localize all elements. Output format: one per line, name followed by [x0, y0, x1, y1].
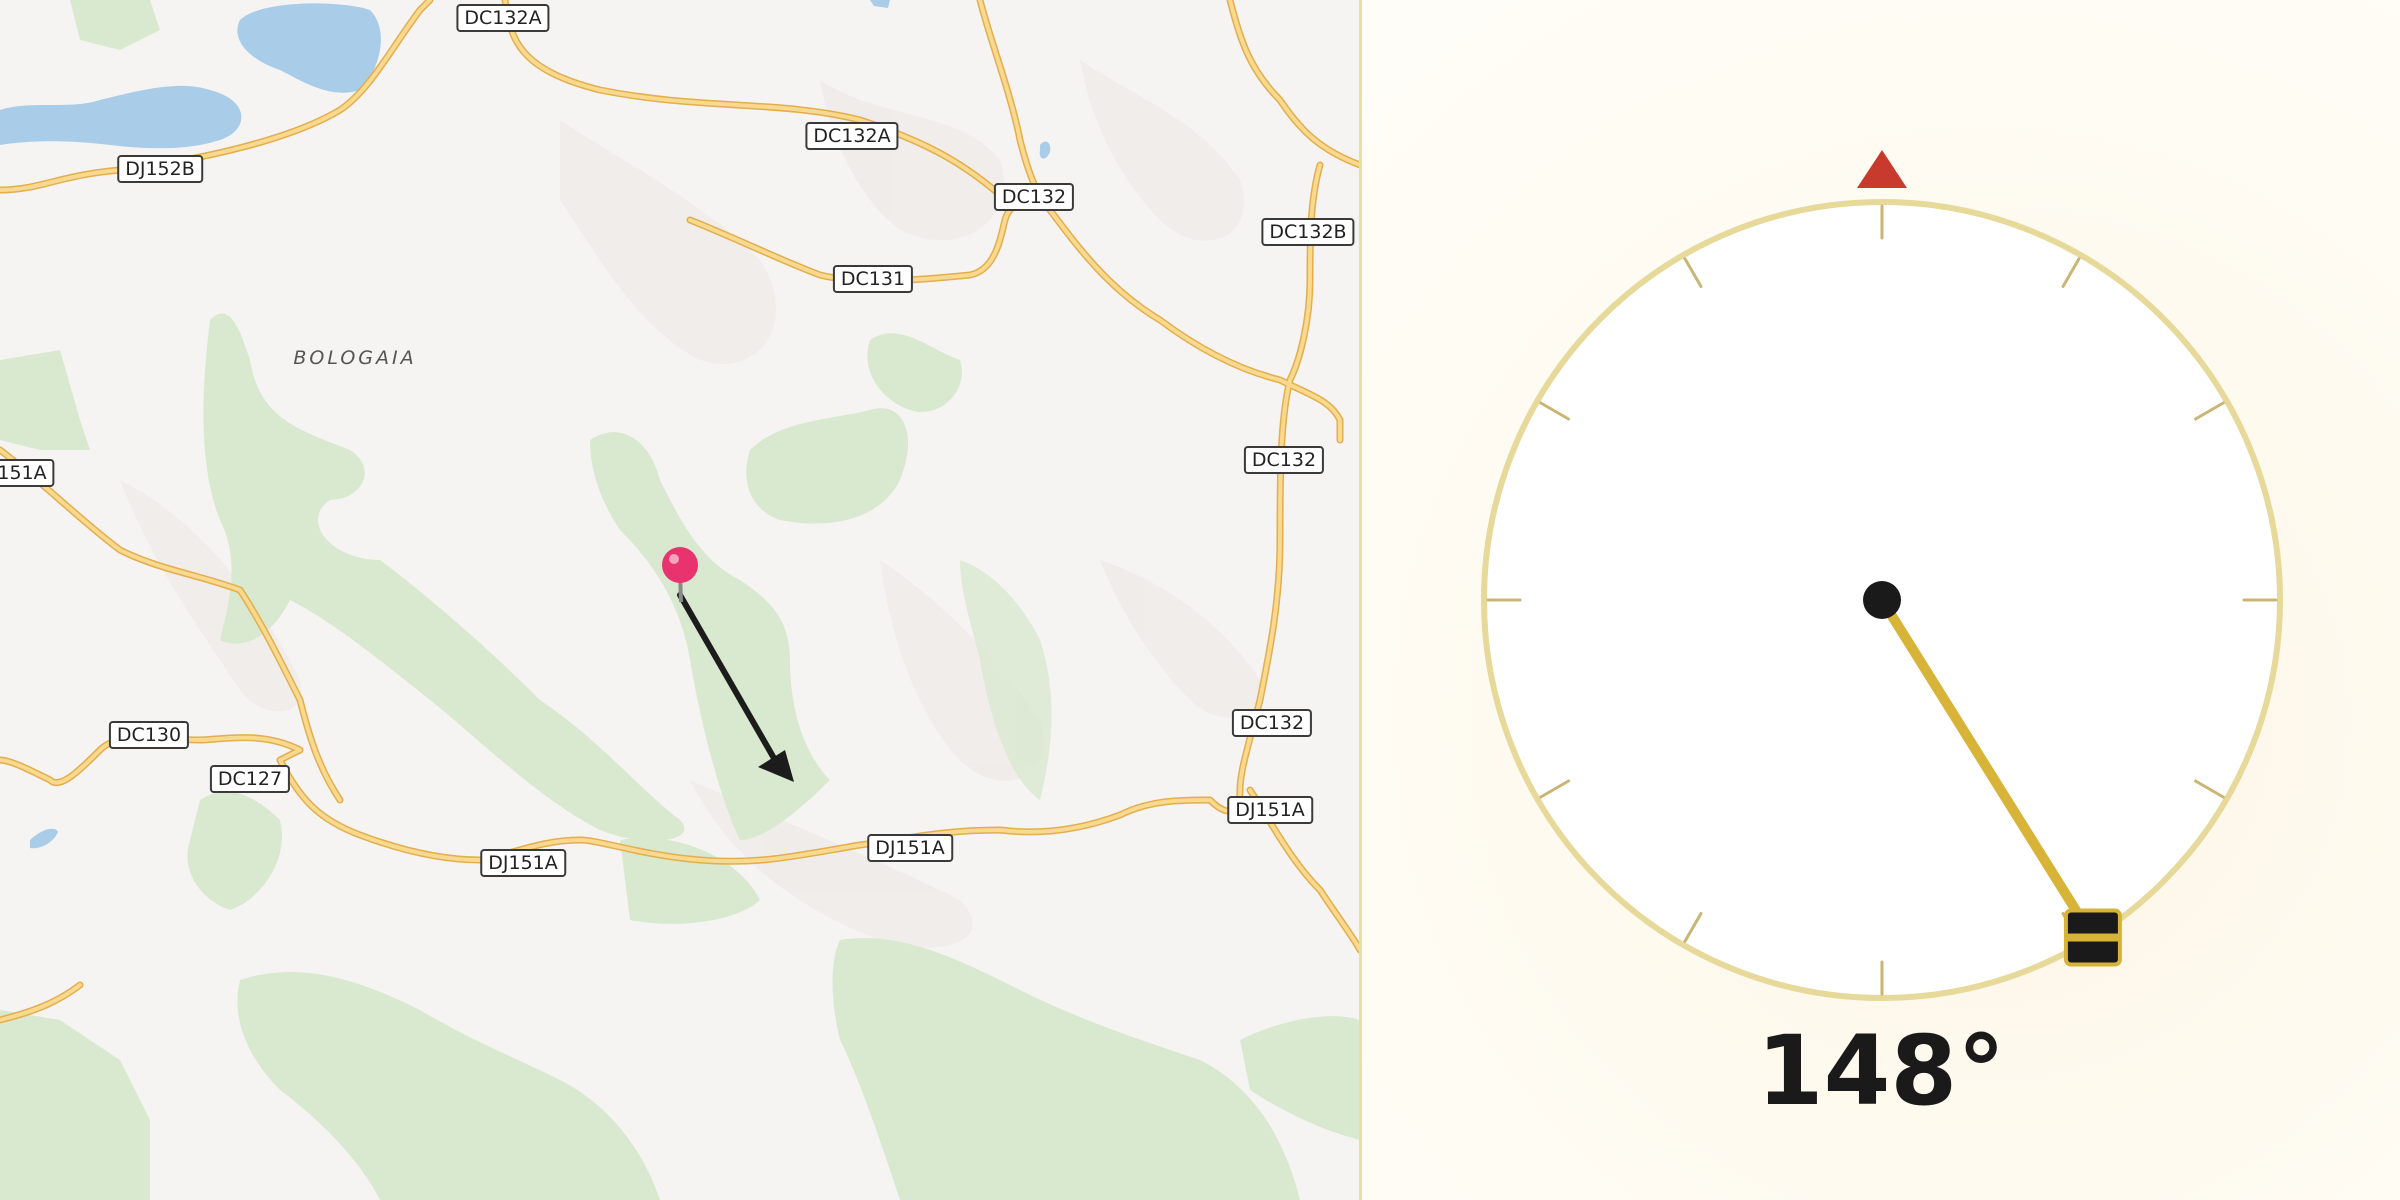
compass-panel: 148°	[1362, 0, 2400, 1200]
road-label-dc132: DC132	[1231, 709, 1313, 737]
road-label-dc131: DC131	[832, 265, 914, 293]
north-marker-icon	[1857, 150, 1907, 188]
map-canvas[interactable]	[0, 0, 1360, 1200]
road-label-dc132a: DC132A	[456, 4, 550, 32]
road-label-dj151a: 151A	[0, 459, 55, 487]
place-label-bologaia: BOLOGAIA	[293, 347, 417, 369]
road-label-dj152b: DJ152B	[117, 155, 203, 183]
compass-dial	[1481, 150, 2283, 1001]
road-label-dc132b: DC132B	[1261, 218, 1355, 246]
map-view[interactable]: BOLOGAIA DC132A DC132A DJ152B DC132 DC13…	[0, 0, 1360, 1200]
road-label-dc127: DC127	[209, 765, 291, 793]
road-label-dc130: DC130	[108, 721, 190, 749]
road-label-dc132: DC132	[1243, 446, 1325, 474]
road-label-dj151a: DJ151A	[867, 834, 953, 862]
compass-hub	[1863, 581, 1901, 619]
needle-tip-icon	[2063, 908, 2122, 967]
heading-readout: 148°	[1756, 1015, 2006, 1127]
road-label-dc132a: DC132A	[805, 122, 899, 150]
road-label-dj151a: DJ151A	[1227, 796, 1313, 824]
road-label-dj151a: DJ151A	[480, 849, 566, 877]
road-label-dc132: DC132	[993, 183, 1075, 211]
